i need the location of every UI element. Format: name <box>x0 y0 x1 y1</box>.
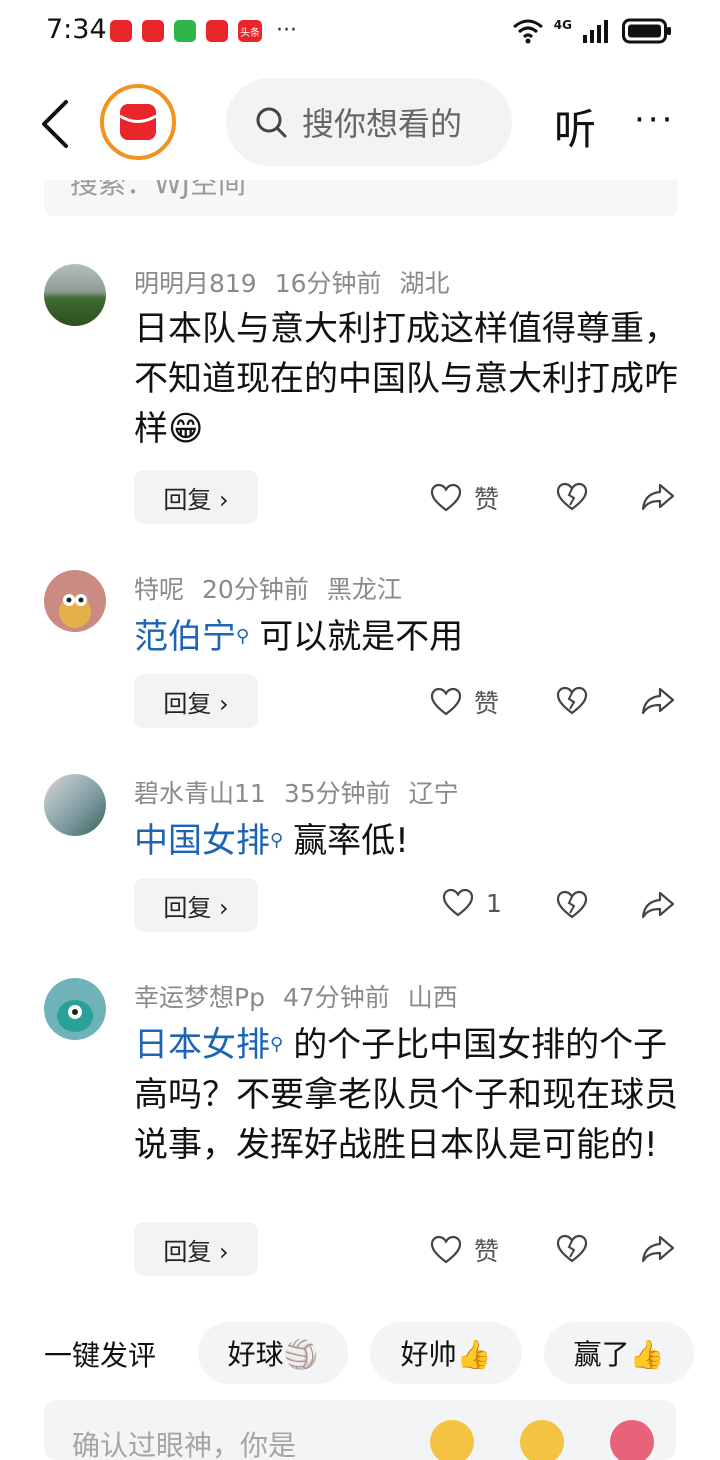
emoji-grin-icon[interactable] <box>520 1420 564 1460</box>
heart-icon <box>430 1235 462 1264</box>
like-label: 赞 <box>474 485 500 514</box>
status-time: 7:34 <box>46 14 107 45</box>
reply-button[interactable]: 回复 › <box>134 674 258 728</box>
quick-reply-chip[interactable]: 好帅👍 <box>370 1322 522 1384</box>
comment-text: 中国女排⚲ 赢率低! <box>134 816 680 866</box>
reader-icon <box>206 20 228 42</box>
notification-icons: 头条 ··· <box>110 20 297 42</box>
red-envelope-icon <box>119 104 157 140</box>
search-bar[interactable]: 搜你想看的 <box>226 78 512 166</box>
comment-text: 日本队与意大利打成这样值得尊重，不知道现在的中国队与意大利打成咋样😁 <box>134 304 680 454</box>
toutiao-icon: 头条 <box>238 20 262 42</box>
like-button[interactable]: 赞 <box>430 1232 499 1268</box>
status-bar: 7:34 头条 ··· 4G <box>0 0 720 64</box>
huawei-store-icon <box>110 20 132 42</box>
top-bar: 搜你想看的 听 ··· <box>0 70 720 180</box>
dislike-icon[interactable] <box>556 482 588 512</box>
comment-actions: 赞 <box>420 1222 680 1276</box>
like-button[interactable]: 赞 <box>430 480 499 516</box>
reply-button[interactable]: 回复 › <box>134 1222 258 1276</box>
cartoon-avatar-icon <box>59 594 91 628</box>
avatar[interactable] <box>44 264 106 326</box>
previous-card-text: 搜索：WJ空间 <box>70 180 246 200</box>
topic-link[interactable]: 范伯宁 <box>134 617 236 657</box>
back-icon[interactable] <box>38 98 72 150</box>
share-icon[interactable] <box>640 1234 676 1264</box>
network-type: 4G <box>553 18 572 32</box>
huawei-store-icon <box>142 20 164 42</box>
comment-username[interactable]: 特呢 <box>134 575 184 604</box>
comment-input[interactable]: 确认过眼神，你是 <box>44 1400 676 1460</box>
dislike-icon[interactable] <box>556 686 588 716</box>
like-button[interactable]: 赞 <box>430 684 499 720</box>
comment-username[interactable]: 碧水青山11 <box>134 779 266 808</box>
comment-meta: 明明月819 16分钟前 湖北 <box>134 264 468 300</box>
wechat-icon <box>174 20 196 42</box>
topic-link[interactable]: 中国女排 <box>134 821 270 861</box>
previous-card: 搜索：WJ空间 <box>44 180 678 216</box>
comment-time: 16分钟前 <box>274 269 382 298</box>
comment-actions: 1 <box>420 878 680 932</box>
search-link-icon: ⚲ <box>270 830 284 851</box>
like-count: 1 <box>486 888 502 918</box>
comment-actions: 赞 <box>420 470 680 524</box>
comment-username[interactable]: 幸运梦想Pp <box>134 983 265 1012</box>
reply-button[interactable]: 回复 › <box>134 470 258 524</box>
heart-icon <box>442 888 474 917</box>
comment-location: 辽宁 <box>408 779 459 808</box>
emoji-tears-icon[interactable] <box>430 1420 474 1460</box>
quick-reply-chip[interactable]: 赢了👍 <box>544 1322 694 1384</box>
reply-button[interactable]: 回复 › <box>134 878 258 932</box>
listen-button[interactable]: 听 <box>554 96 596 157</box>
comment-actions: 赞 <box>420 674 680 728</box>
search-link-icon: ⚲ <box>236 626 250 647</box>
topic-link[interactable]: 日本女排 <box>134 1025 270 1065</box>
avatar[interactable] <box>44 570 106 632</box>
comment-username[interactable]: 明明月819 <box>134 269 257 298</box>
comment-meta: 幸运梦想Pp 47分钟前 山西 <box>134 978 476 1014</box>
like-label: 赞 <box>474 689 500 718</box>
avatar[interactable] <box>44 774 106 836</box>
comment-time: 20分钟前 <box>202 575 309 604</box>
comment-body: 日本队与意大利打成这样值得尊重，不知道现在的中国队与意大利打成咋样 <box>134 309 678 449</box>
comment-location: 黑龙江 <box>326 575 402 604</box>
more-button[interactable]: ··· <box>634 100 675 140</box>
quick-reply-bar: 一键发评 好球🏐 好帅👍 赢了👍 <box>0 1320 720 1386</box>
signal-icon <box>583 20 608 43</box>
heart-icon <box>430 483 462 512</box>
heart-icon <box>430 687 462 716</box>
system-icons: 4G <box>512 18 672 44</box>
share-icon[interactable] <box>640 890 676 920</box>
quick-reply-label: 一键发评 <box>44 1339 157 1372</box>
search-icon <box>256 107 287 138</box>
comment-meta: 特呢 20分钟前 黑龙江 <box>134 570 420 606</box>
like-label: 赞 <box>474 1237 500 1266</box>
comment-input-placeholder: 确认过眼神，你是 <box>72 1429 297 1460</box>
cartoon-avatar-icon <box>57 1000 93 1032</box>
wifi-icon <box>512 19 543 44</box>
dislike-icon[interactable] <box>556 890 588 920</box>
search-link-icon: ⚲ <box>270 1034 284 1055</box>
comment-time: 35分钟前 <box>283 779 391 808</box>
battery-icon <box>622 18 671 44</box>
grin-emoji: 😁 <box>168 409 204 449</box>
share-icon[interactable] <box>640 482 676 512</box>
more-notifications-icon: ··· <box>276 18 297 43</box>
comment-text: 范伯宁⚲ 可以就是不用 <box>134 612 680 662</box>
dislike-icon[interactable] <box>556 1234 588 1264</box>
comment-time: 47分钟前 <box>282 983 390 1012</box>
like-button[interactable]: 1 <box>442 888 502 918</box>
comment-text: 日本女排⚲ 的个子比中国女排的个子高吗？不要拿老队员个子和现在球员说事，发挥好战胜… <box>134 1020 680 1170</box>
search-placeholder: 搜你想看的 <box>302 105 463 143</box>
quick-reply-chip[interactable]: 好球🏐 <box>198 1322 348 1384</box>
comment-location: 湖北 <box>399 269 450 298</box>
comment-body: 可以就是不用 <box>259 617 464 657</box>
app-logo[interactable] <box>100 84 176 160</box>
comment-meta: 碧水青山11 35分钟前 辽宁 <box>134 774 477 810</box>
comment-location: 山西 <box>407 983 458 1012</box>
comment-body: 赢率低! <box>293 821 409 861</box>
share-icon[interactable] <box>640 686 676 716</box>
avatar[interactable] <box>44 978 106 1040</box>
emoji-gift-icon[interactable] <box>610 1420 654 1460</box>
